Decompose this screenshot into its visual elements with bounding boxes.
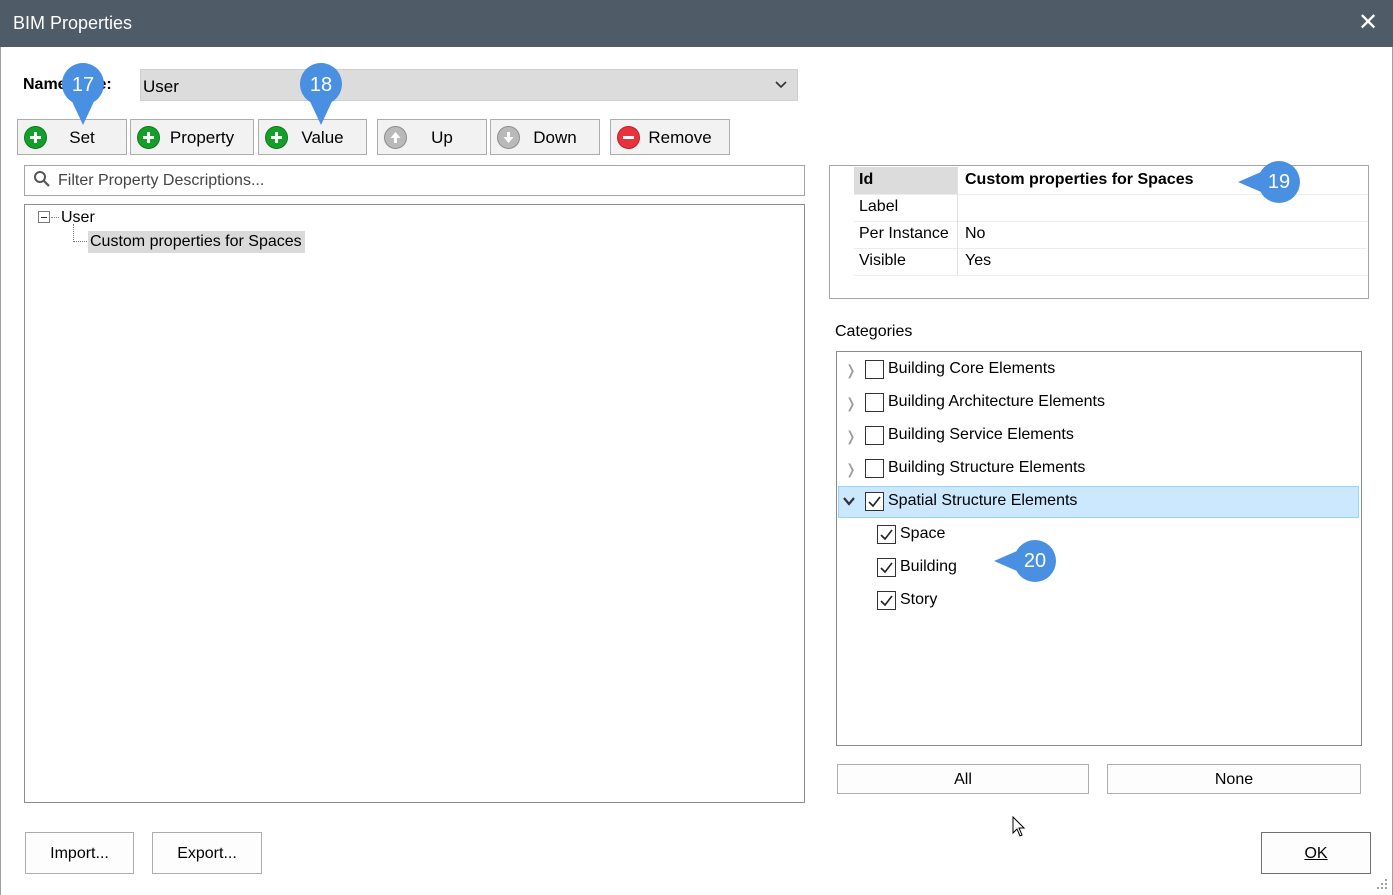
chevron-right-icon[interactable]: ❭ xyxy=(845,462,857,476)
category-checkbox[interactable] xyxy=(865,426,884,445)
category-item-spatial-structure[interactable]: Spatial Structure Elements xyxy=(888,492,1077,510)
annotation-number: 18 xyxy=(309,74,333,96)
check-icon xyxy=(880,595,893,607)
tree-connector xyxy=(51,217,59,218)
select-none-button[interactable]: None xyxy=(1107,764,1361,794)
tree-node-custom-properties[interactable]: Custom properties for Spaces xyxy=(88,231,305,253)
import-button[interactable]: Import... xyxy=(25,832,134,874)
close-icon[interactable]: ✕ xyxy=(1353,8,1383,38)
remove-button[interactable]: Remove xyxy=(610,119,730,155)
category-item-building-structure[interactable]: Building Structure Elements xyxy=(888,459,1085,477)
category-item-space[interactable]: Space xyxy=(900,525,945,543)
category-item-building-service[interactable]: Building Service Elements xyxy=(888,426,1074,444)
category-checkbox[interactable] xyxy=(865,492,884,511)
export-button[interactable]: Export... xyxy=(152,832,262,874)
annotation-marker-19: 19 xyxy=(1236,160,1302,204)
annotation-marker-18: 18 xyxy=(297,61,345,127)
down-label: Down xyxy=(533,128,577,147)
property-key: Per Instance xyxy=(854,221,958,248)
category-item-building-core[interactable]: Building Core Elements xyxy=(888,360,1055,378)
property-value[interactable]: Custom properties for Spaces xyxy=(959,167,1367,194)
property-key: Visible xyxy=(854,248,958,275)
check-icon xyxy=(868,496,881,508)
category-checkbox[interactable] xyxy=(877,558,896,577)
check-icon xyxy=(880,562,893,574)
category-item-story[interactable]: Story xyxy=(900,591,937,609)
window-title: BIM Properties xyxy=(13,13,133,33)
set-label: Set xyxy=(69,128,95,147)
category-checkbox[interactable] xyxy=(865,393,884,412)
check-icon xyxy=(880,529,893,541)
chevron-right-icon[interactable]: ❭ xyxy=(845,363,857,377)
resize-grip-icon[interactable] xyxy=(1373,875,1389,891)
annotation-number: 19 xyxy=(1267,171,1291,193)
property-value[interactable]: Yes xyxy=(959,248,1367,275)
category-item-building[interactable]: Building xyxy=(900,558,957,576)
property-value[interactable] xyxy=(959,194,1367,221)
chevron-down-icon[interactable] xyxy=(842,494,856,508)
property-tree[interactable] xyxy=(24,204,805,803)
add-property-button[interactable]: Property xyxy=(130,119,254,155)
remove-label: Remove xyxy=(648,128,712,147)
value-label: Value xyxy=(301,128,344,147)
move-down-button[interactable]: Down xyxy=(490,119,600,155)
property-value[interactable]: No xyxy=(959,221,1367,248)
property-key: Label xyxy=(854,194,958,221)
category-item-building-architecture[interactable]: Building Architecture Elements xyxy=(888,393,1105,411)
chevron-down-icon xyxy=(775,81,787,89)
chevron-right-icon[interactable]: ❭ xyxy=(845,429,857,443)
category-checkbox[interactable] xyxy=(877,591,896,610)
category-checkbox[interactable] xyxy=(865,360,884,379)
move-up-button[interactable]: Up xyxy=(377,119,487,155)
annotation-marker-17: 17 xyxy=(59,61,107,127)
search-icon xyxy=(34,171,50,187)
categories-label: Categories xyxy=(835,323,913,340)
tree-connector xyxy=(73,224,74,242)
property-key: Id xyxy=(854,167,958,194)
mouse-cursor-icon xyxy=(1012,816,1026,837)
namespace-dropdown[interactable]: User xyxy=(140,69,798,101)
collapse-icon[interactable] xyxy=(38,211,50,223)
select-all-button[interactable]: All xyxy=(837,764,1089,794)
ok-button[interactable]: OK xyxy=(1261,832,1371,874)
title-bar xyxy=(0,0,1393,47)
annotation-number: 20 xyxy=(1023,550,1047,572)
filter-input[interactable] xyxy=(58,170,758,192)
tree-connector xyxy=(73,241,87,242)
chevron-right-icon[interactable]: ❭ xyxy=(845,396,857,410)
category-checkbox[interactable] xyxy=(865,459,884,478)
tree-node-user[interactable]: User xyxy=(61,209,95,227)
property-row-per-instance[interactable]: Per Instance No xyxy=(854,221,1367,249)
category-checkbox[interactable] xyxy=(877,525,896,544)
annotation-number: 17 xyxy=(71,74,95,96)
up-label: Up xyxy=(431,128,453,147)
property-row-visible[interactable]: Visible Yes xyxy=(854,248,1367,276)
property-label: Property xyxy=(169,128,235,147)
annotation-marker-20: 20 xyxy=(992,539,1058,583)
